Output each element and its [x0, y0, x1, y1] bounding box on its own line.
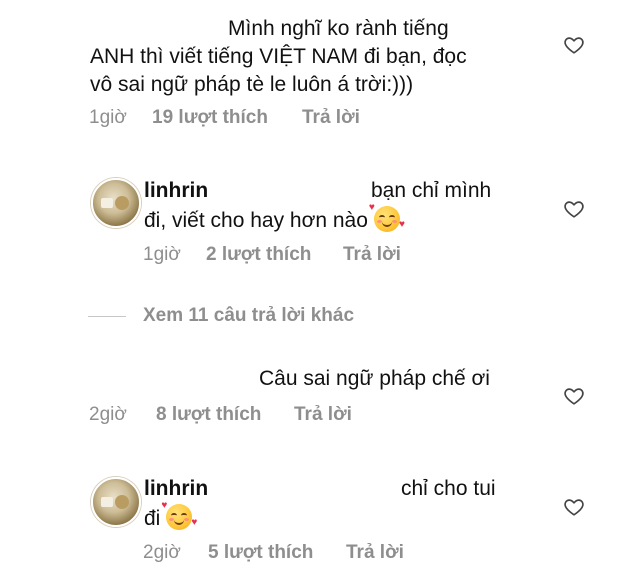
- view-more-label: Xem 11 câu trả lời khác: [143, 305, 355, 326]
- reply-label: Trả lời: [294, 404, 352, 425]
- like-count[interactable]: 19 lượt thích: [152, 107, 268, 129]
- like-heart-icon[interactable]: [563, 198, 585, 220]
- username-link[interactable]: linhrin: [144, 476, 208, 502]
- comment-text-line-with-emoji: đi, viết cho hay hơn nào ♥ ♥: [144, 202, 405, 234]
- comment-text-line: bạn chỉ mình: [371, 179, 492, 202]
- like-count[interactable]: 8 lượt thích: [156, 404, 261, 426]
- comment-text-line-with-emoji: đi ♥ ♥: [144, 500, 198, 532]
- reply-button[interactable]: Trả lời: [346, 542, 404, 564]
- comment-text-line: Câu sai ngữ pháp chế ơi: [259, 367, 490, 390]
- comment-text-line: chỉ cho tui: [401, 477, 496, 500]
- comment-time: 1giờ: [89, 107, 127, 128]
- comment-text-line: Mình nghĩ ko rành tiếng: [228, 17, 449, 40]
- reply-button[interactable]: Trả lời: [294, 404, 352, 426]
- comment-text-line: đi: [144, 507, 161, 530]
- reply-button[interactable]: Trả lời: [302, 107, 360, 129]
- username-link[interactable]: linhrin: [144, 178, 208, 204]
- like-heart-icon[interactable]: [563, 496, 585, 518]
- comment-text-line: vô sai ngữ pháp tè le luôn á trời:))): [90, 73, 414, 96]
- view-more-divider: [88, 316, 126, 317]
- smiling-face-with-hearts-icon: ♥ ♥: [161, 500, 198, 530]
- comment-time: 1giờ: [143, 244, 181, 265]
- avatar-decoration: [115, 495, 129, 509]
- comment-text-line: đi, viết cho hay hơn nào: [144, 209, 368, 232]
- like-count-text: 19 lượt thích: [152, 107, 268, 128]
- like-count-text: 5 lượt thích: [208, 542, 314, 563]
- avatar[interactable]: [91, 178, 141, 228]
- like-heart-icon[interactable]: [563, 385, 585, 407]
- like-heart-icon[interactable]: [563, 34, 585, 56]
- view-more-replies-button[interactable]: Xem 11 câu trả lời khác: [143, 305, 354, 327]
- avatar-decoration: [101, 497, 113, 507]
- like-count[interactable]: 5 lượt thích: [208, 542, 313, 564]
- smiling-face-with-hearts-icon: ♥ ♥: [368, 202, 405, 232]
- reply-label: Trả lời: [302, 107, 360, 128]
- reply-label: Trả lời: [346, 542, 404, 563]
- like-count-text: 2 lượt thích: [206, 244, 312, 265]
- reply-button[interactable]: Trả lời: [343, 244, 401, 266]
- like-count-text: 8 lượt thích: [156, 404, 262, 425]
- comment-text-line: ANH thì viết tiếng VIỆT NAM đi bạn, đọc: [90, 45, 467, 68]
- avatar-decoration: [101, 198, 113, 208]
- reply-label: Trả lời: [343, 244, 401, 265]
- comment-time: 2giờ: [143, 542, 181, 563]
- avatar[interactable]: [91, 477, 141, 527]
- comment-time: 2giờ: [89, 404, 127, 425]
- avatar-decoration: [115, 196, 129, 210]
- like-count[interactable]: 2 lượt thích: [206, 244, 311, 266]
